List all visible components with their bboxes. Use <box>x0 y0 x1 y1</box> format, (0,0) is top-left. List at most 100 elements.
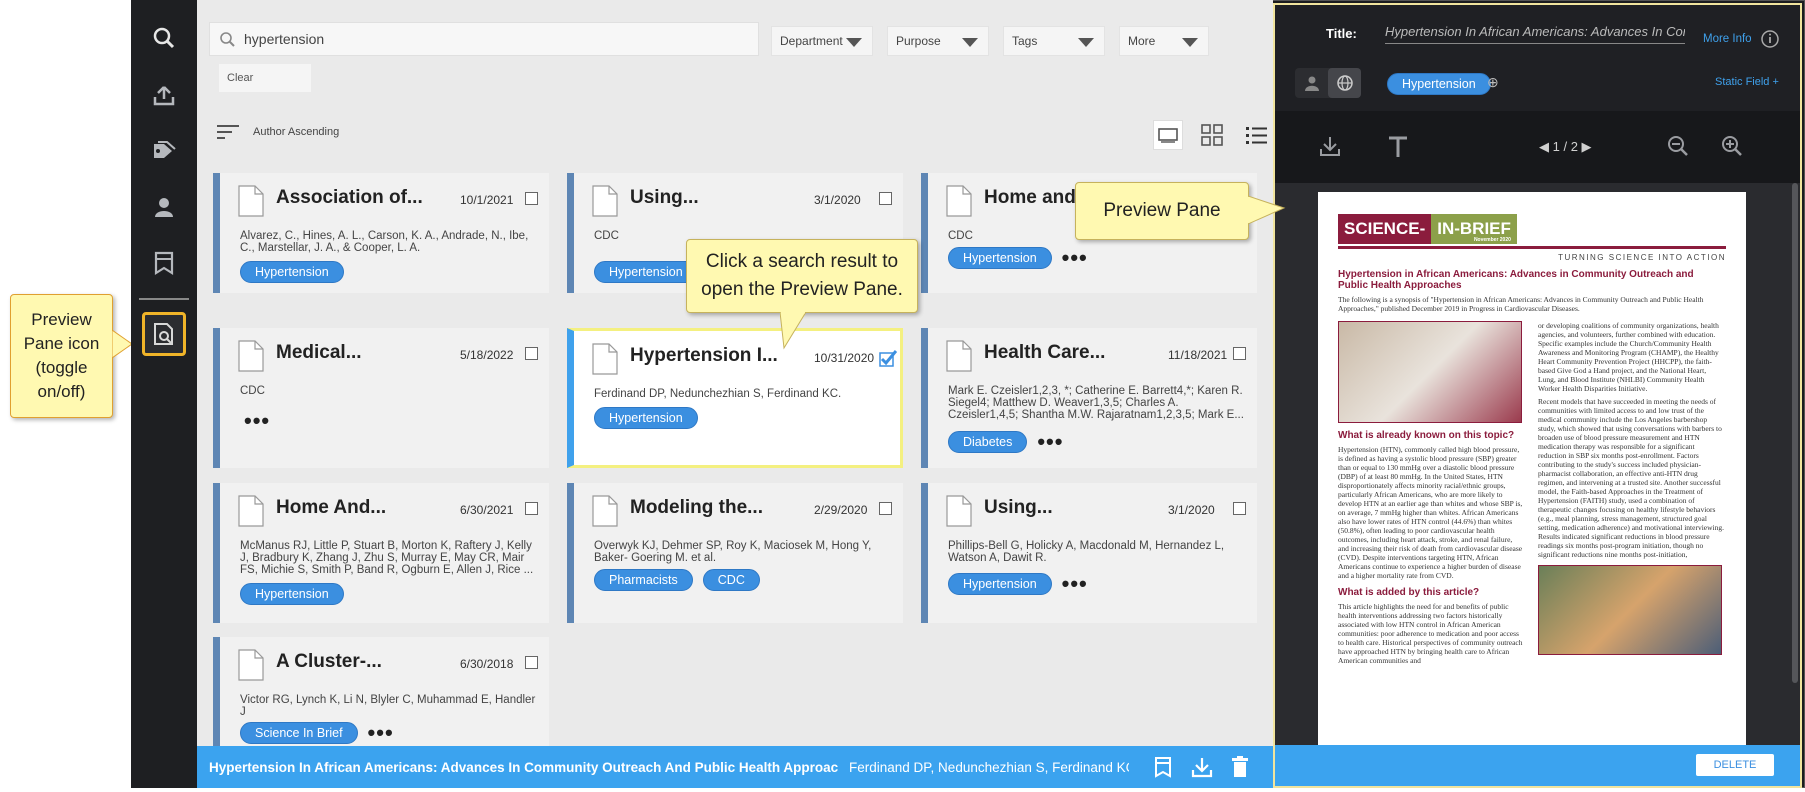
zoom-out-icon[interactable] <box>1667 135 1689 162</box>
card-checkbox[interactable] <box>525 192 538 205</box>
archive-icon[interactable] <box>1153 756 1173 781</box>
info-icon <box>1761 30 1779 48</box>
title-input[interactable]: Hypertension In African Americans: Advan… <box>1385 24 1685 44</box>
search-icon[interactable] <box>144 18 184 58</box>
tag-pill[interactable]: Pharmacists <box>594 569 693 591</box>
search-value: hypertension <box>244 31 325 47</box>
prev-page-icon[interactable]: ◀ <box>1539 139 1549 154</box>
grid-view-icon <box>1201 124 1223 146</box>
card-date: 5/18/2022 <box>460 348 514 362</box>
more-tags-icon[interactable]: ••• <box>1062 573 1088 595</box>
user-icon[interactable] <box>1295 68 1328 98</box>
list-view-icon <box>1246 127 1267 144</box>
result-card[interactable]: A Cluster-... 6/30/2018 Victor RG, Lynch K… <box>213 637 549 747</box>
document-icon <box>946 185 972 222</box>
search-input[interactable]: hypertension <box>209 22 759 56</box>
result-card[interactable]: Health Care... 11/18/2021 Mark E. Czeisler… <box>921 328 1257 468</box>
result-card[interactable]: Using... 3/1/2020 Phillips-Bell G, Holicky… <box>921 483 1257 623</box>
man-with-tablet-photo <box>1538 565 1722 655</box>
result-card[interactable]: Modeling the... 2/29/2020 Overwyk KJ, Dehm… <box>567 483 903 623</box>
card-checkbox[interactable] <box>1233 347 1246 360</box>
card-tags: Hypertension <box>240 583 344 605</box>
card-checkbox[interactable] <box>879 192 892 205</box>
card-checkbox[interactable] <box>525 656 538 669</box>
trash-icon[interactable] <box>1231 756 1249 781</box>
card-authors: McManus RJ, Little P, Stuart B, Morton K… <box>240 540 534 576</box>
add-tag-icon[interactable]: ⊕ <box>1487 74 1499 91</box>
card-authors: Victor RG, Lynch K, Li N, Blyler C, Muha… <box>240 694 536 718</box>
text-icon[interactable] <box>1387 135 1409 164</box>
selected-title: Hypertension In African Americans: Advan… <box>209 759 839 775</box>
tag-pill[interactable]: Hypertension <box>948 573 1052 595</box>
card-date: 3/1/2020 <box>814 193 861 207</box>
tag-pill[interactable]: Hypertension <box>240 583 344 605</box>
document-viewer[interactable]: SCIENCE- IN-BRIEF November 2020 TURNING S… <box>1275 183 1800 745</box>
card-title: Using... <box>984 497 1053 518</box>
result-card[interactable]: Hypertension I... 10/31/2020 Ferdinand DP,… <box>567 328 903 468</box>
more-tags-icon[interactable]: ••• <box>244 410 270 432</box>
upload-icon[interactable] <box>144 75 184 115</box>
card-checkbox[interactable] <box>879 502 892 515</box>
static-field-link[interactable]: Static Field + <box>1715 76 1779 88</box>
purpose-dropdown[interactable]: Purpose <box>887 26 989 56</box>
visibility-toggle[interactable] <box>1295 68 1361 98</box>
tag-pill[interactable]: Hypertension <box>594 261 698 283</box>
delete-button[interactable]: DELETE <box>1696 754 1774 776</box>
grid-view-button[interactable] <box>1197 120 1227 150</box>
tag-pill[interactable]: Hypertension <box>948 247 1052 269</box>
user-icon[interactable] <box>144 187 184 227</box>
pane-tag[interactable]: Hypertension <box>1387 73 1491 95</box>
tag-pill[interactable]: Hypertension <box>594 407 698 429</box>
card-tags: Pharmacists CDC <box>594 569 760 591</box>
click-result-callout: Click a search result to open the Previe… <box>686 239 918 313</box>
sidebar-divider <box>139 298 189 300</box>
card-title: Medical... <box>276 342 362 363</box>
doc-col-right: or developing coalitions of community or… <box>1538 321 1724 665</box>
more-tags-icon[interactable]: ••• <box>368 722 394 744</box>
card-tags: Hypertension <box>594 407 698 429</box>
tags-dropdown[interactable]: Tags <box>1003 26 1105 56</box>
card-authors: CDC <box>240 385 265 397</box>
result-card[interactable]: Home And... 6/30/2021 McManus RJ, Little P… <box>213 483 549 623</box>
tag-pill[interactable]: CDC <box>702 569 760 591</box>
download-icon[interactable] <box>1319 135 1341 162</box>
brand-left: SCIENCE- <box>1338 214 1432 244</box>
sort-control[interactable]: Author Ascending <box>217 124 339 140</box>
zoom-in-icon[interactable] <box>1721 135 1743 162</box>
download-icon[interactable] <box>1191 756 1213 781</box>
document-icon <box>238 495 264 532</box>
card-checkbox[interactable] <box>879 350 898 367</box>
card-checkbox[interactable] <box>525 502 538 515</box>
department-dropdown[interactable]: Department <box>771 26 873 56</box>
viewer-scrollbar[interactable] <box>1792 183 1798 683</box>
tag-pill[interactable]: Science In Brief <box>240 722 358 744</box>
tag-pill[interactable]: Diabetes <box>948 431 1028 453</box>
doc-subheading: What is already known on this topic? <box>1338 430 1515 441</box>
list-view-button[interactable] <box>1241 120 1271 150</box>
card-date: 2/29/2020 <box>814 503 868 517</box>
tags-icon[interactable] <box>144 131 184 171</box>
result-card[interactable]: Medical... 5/18/2022 CDC ••• <box>213 328 549 468</box>
card-tags: Science In Brief ••• <box>240 722 394 744</box>
globe-icon[interactable] <box>1328 68 1361 98</box>
clear-button[interactable]: Clear <box>219 64 311 92</box>
result-card[interactable]: Association of... 10/1/2021 Alvarez, C., H… <box>213 173 549 293</box>
brand-right: IN-BRIEF November 2020 <box>1431 214 1517 244</box>
more-dropdown[interactable]: More <box>1119 26 1209 56</box>
preview-pane-icon[interactable] <box>142 312 186 356</box>
archive-icon[interactable] <box>144 243 184 283</box>
card-checkbox[interactable] <box>1233 502 1246 515</box>
document-icon <box>238 340 264 377</box>
more-info-link[interactable]: More Info <box>1703 30 1779 48</box>
blood-pressure-photo <box>1338 321 1522 423</box>
more-tags-icon[interactable]: ••• <box>1062 247 1088 269</box>
card-view-button[interactable] <box>1153 120 1183 150</box>
science-in-brief-logo: SCIENCE- IN-BRIEF November 2020 <box>1338 214 1726 244</box>
next-page-icon[interactable]: ▶ <box>1582 139 1592 154</box>
tag-pill[interactable]: Hypertension <box>240 261 344 283</box>
dropdown-label: More <box>1128 34 1156 48</box>
card-checkbox[interactable] <box>525 347 538 360</box>
card-title: A Cluster-... <box>276 651 382 672</box>
more-tags-icon[interactable]: ••• <box>1037 431 1063 453</box>
doc-tagline: TURNING SCIENCE INTO ACTION <box>1558 253 1726 262</box>
